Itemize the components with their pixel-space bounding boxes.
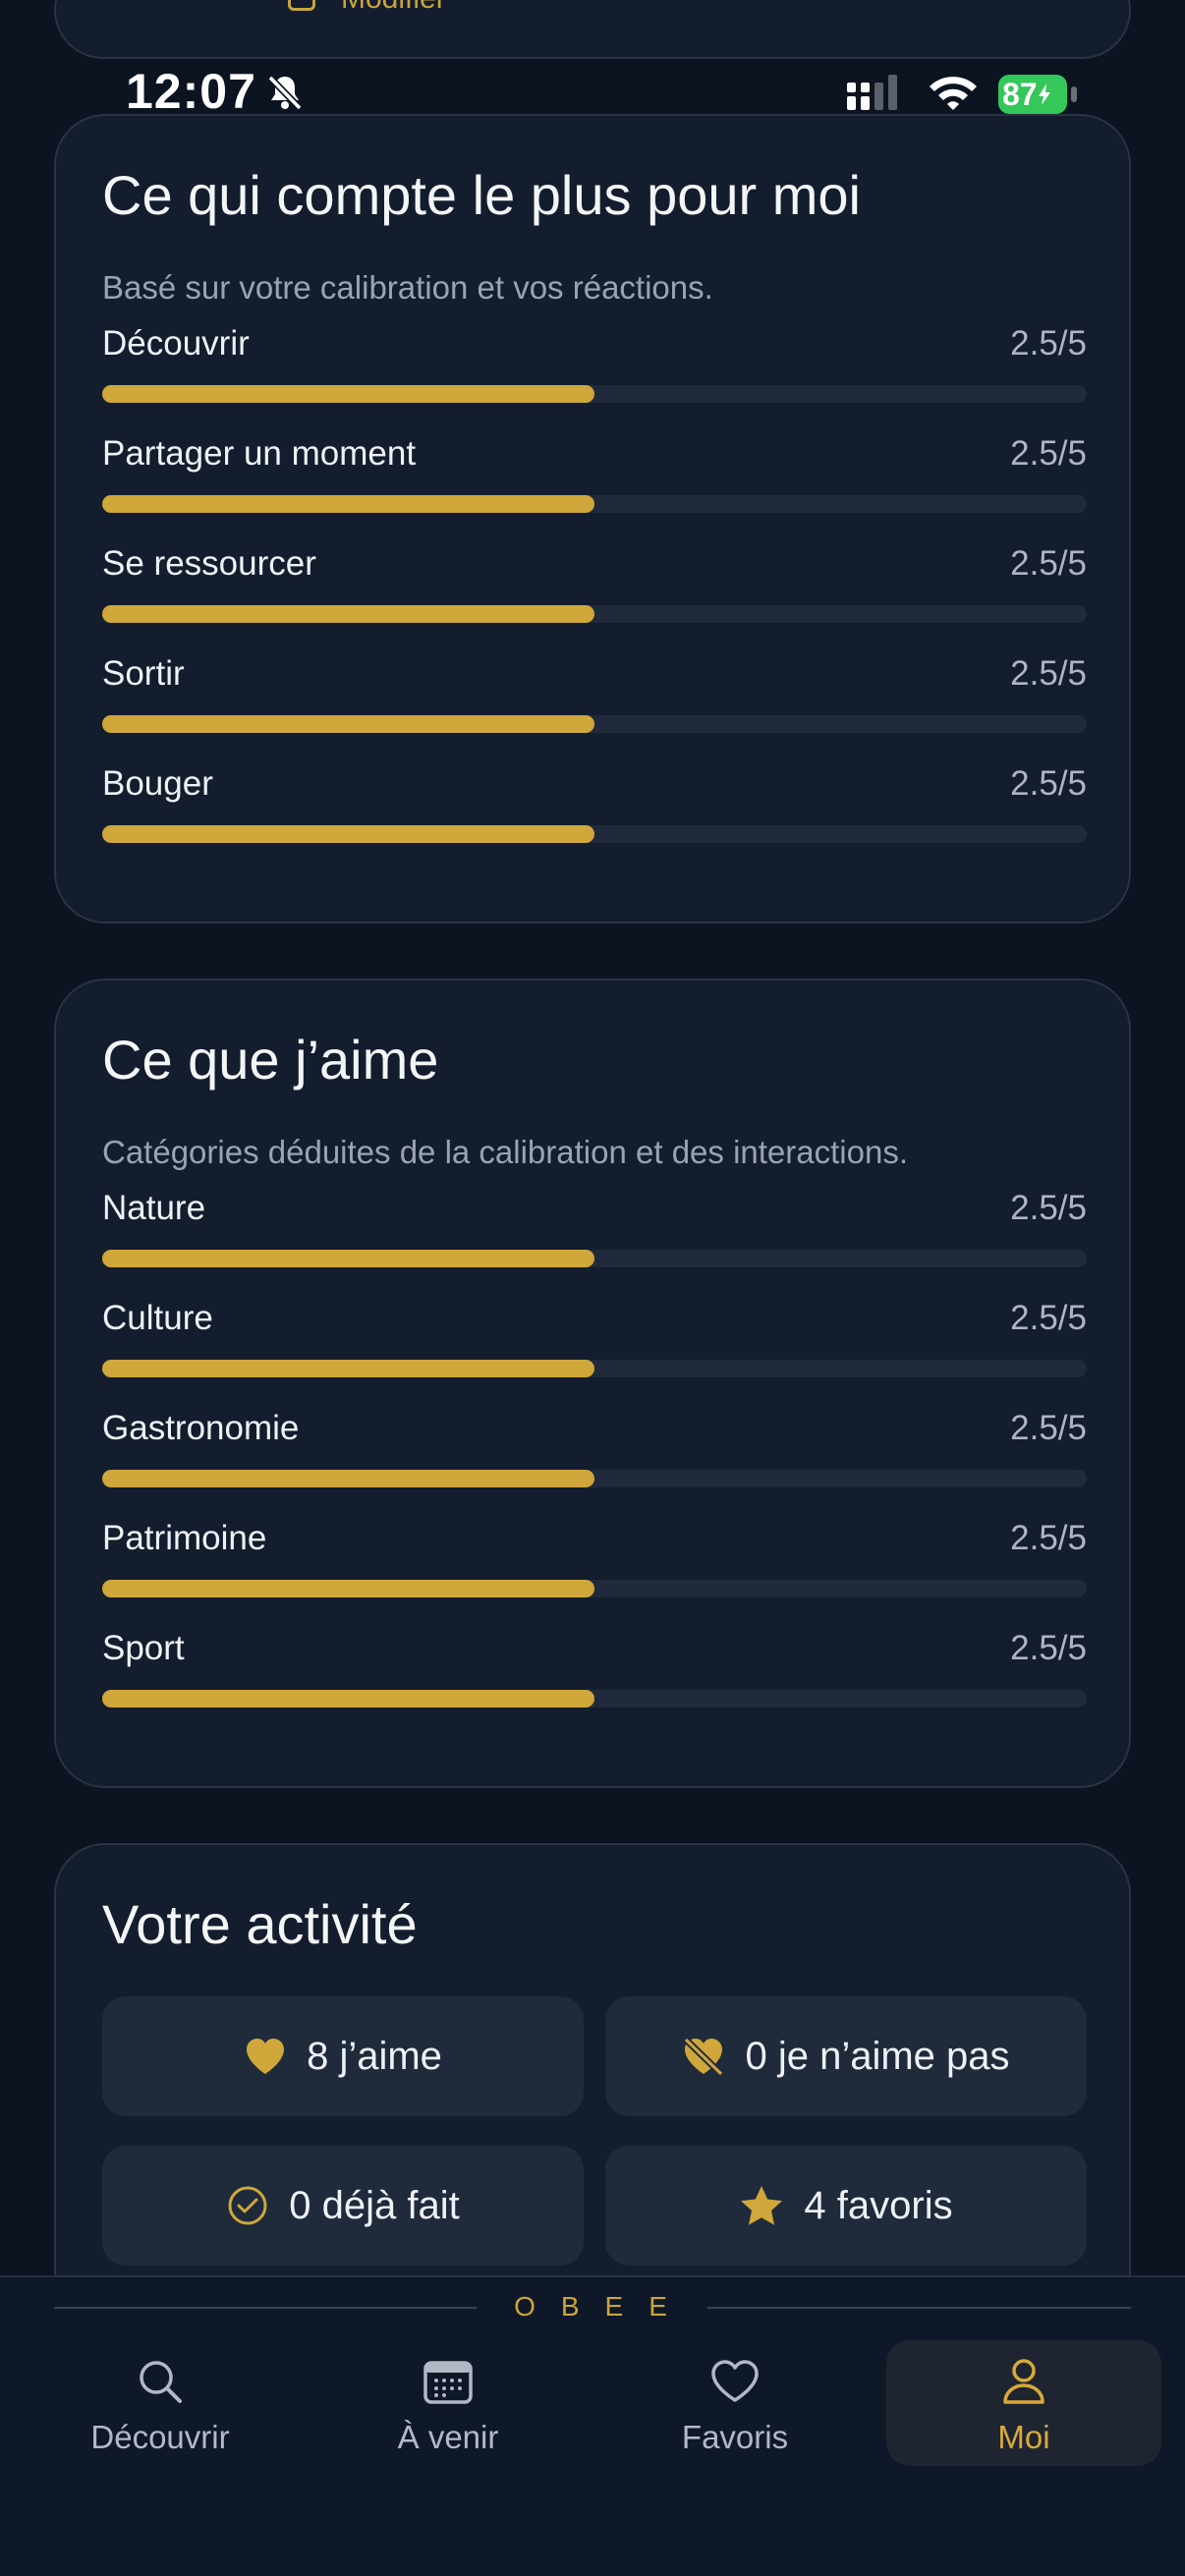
score-row: Découvrir 2.5/5 — [102, 324, 1087, 403]
tab-moi[interactable]: Moi — [886, 2340, 1161, 2466]
score-value: 2.5/5 — [1010, 654, 1087, 693]
done-stat-label: 0 déjà fait — [289, 2183, 460, 2227]
done-stat-button[interactable]: 0 déjà fait — [102, 2146, 584, 2266]
favorites-stat-label: 4 favoris — [804, 2183, 953, 2227]
likes-stat-button[interactable]: 8 j’aime — [102, 1996, 584, 2116]
activity-title: Votre activité — [102, 1893, 418, 1955]
tab-label: À venir — [397, 2419, 499, 2455]
tab-favoris[interactable]: Favoris — [597, 2340, 873, 2466]
status-bar: 12:07 87 — [0, 59, 1185, 128]
score-row: Sport 2.5/5 — [102, 1629, 1087, 1708]
edit-label: Modifier — [341, 0, 446, 16]
score-bar-track — [102, 605, 1087, 623]
score-label: Sport — [102, 1629, 185, 1667]
score-row: Nature 2.5/5 — [102, 1189, 1087, 1267]
heart-icon — [709, 2356, 761, 2407]
score-row: Sortir 2.5/5 — [102, 654, 1087, 733]
search-icon — [136, 2356, 185, 2407]
score-bar-track — [102, 1690, 1087, 1708]
score-value: 2.5/5 — [1010, 544, 1087, 583]
score-bar-fill — [102, 825, 594, 843]
score-value: 2.5/5 — [1010, 764, 1087, 803]
score-row: Partager un moment 2.5/5 — [102, 434, 1087, 513]
score-row: Bouger 2.5/5 — [102, 764, 1087, 843]
score-value: 2.5/5 — [1010, 1629, 1087, 1667]
score-label: Sortir — [102, 654, 185, 693]
score-value: 2.5/5 — [1010, 1189, 1087, 1227]
score-bar-fill — [102, 715, 594, 733]
brand-wordmark: OBEE — [514, 2291, 693, 2322]
score-label: Bouger — [102, 764, 213, 803]
score-label: Partager un moment — [102, 434, 417, 473]
score-label: Gastronomie — [102, 1409, 300, 1447]
user-icon — [1001, 2356, 1046, 2407]
edit-icon — [288, 0, 315, 11]
star-icon — [741, 2186, 783, 2225]
previous-card: Modifier — [54, 0, 1131, 59]
tab-label: Favoris — [681, 2419, 789, 2455]
score-bar-fill — [102, 1580, 594, 1597]
profile-screen: Modifier 12:07 — [0, 0, 1185, 2576]
score-value: 2.5/5 — [1010, 1519, 1087, 1557]
dislikes-stat-button[interactable]: 0 je n’aime pas — [605, 1996, 1087, 2116]
score-row: Culture 2.5/5 — [102, 1299, 1087, 1377]
bell-off-icon — [265, 73, 305, 117]
score-label: Nature — [102, 1189, 206, 1227]
score-row: Se ressourcer 2.5/5 — [102, 544, 1087, 623]
score-value: 2.5/5 — [1010, 1299, 1087, 1337]
score-bar-track — [102, 1470, 1087, 1487]
heart-slash-icon — [684, 2037, 724, 2076]
calendar-icon — [423, 2356, 473, 2407]
score-label: Découvrir — [102, 324, 250, 363]
score-row: Gastronomie 2.5/5 — [102, 1409, 1087, 1487]
heart-filled-icon — [247, 2039, 285, 2074]
tab-label: Découvrir — [90, 2419, 230, 2455]
score-bar-track — [102, 1250, 1087, 1267]
tab-a-venir[interactable]: À venir — [310, 2340, 586, 2466]
check-circle-icon — [228, 2186, 267, 2225]
bottom-navigation: OBEE Découvrir À venir Favoris Moi — [0, 2275, 1185, 2576]
priorities-subtitle: Basé sur votre calibration et vos réacti… — [102, 269, 713, 306]
score-bar-track — [102, 495, 1087, 513]
likes-stat-label: 8 j’aime — [307, 2034, 442, 2078]
charging-icon — [1038, 84, 1050, 105]
score-bar-track — [102, 1580, 1087, 1597]
score-bar-track — [102, 825, 1087, 843]
score-bar-fill — [102, 1690, 594, 1708]
priorities-title: Ce qui compte le plus pour moi — [102, 164, 861, 226]
likes-title: Ce que j’aime — [102, 1029, 439, 1091]
likes-card: Ce que j’aime Catégories déduites de la … — [54, 979, 1131, 1788]
favorites-stat-button[interactable]: 4 favoris — [605, 2146, 1087, 2266]
tab-decouvrir[interactable]: Découvrir — [23, 2340, 298, 2466]
score-bar-track — [102, 715, 1087, 733]
battery-indicator: 87 — [998, 75, 1077, 114]
score-bar-fill — [102, 385, 594, 403]
status-time: 12:07 — [126, 64, 256, 119]
priorities-card: Ce qui compte le plus pour moi Basé sur … — [54, 114, 1131, 924]
wifi-icon — [928, 73, 979, 117]
score-row: Patrimoine 2.5/5 — [102, 1519, 1087, 1597]
score-bar-fill — [102, 495, 594, 513]
score-bar-fill — [102, 605, 594, 623]
score-label: Patrimoine — [102, 1519, 267, 1557]
score-label: Culture — [102, 1299, 213, 1337]
cellular-signal-icon — [847, 75, 906, 115]
score-bar-fill — [102, 1470, 594, 1487]
likes-subtitle: Catégories déduites de la calibration et… — [102, 1134, 908, 1170]
score-value: 2.5/5 — [1010, 324, 1087, 363]
score-bar-track — [102, 385, 1087, 403]
score-bar-fill — [102, 1250, 594, 1267]
score-label: Se ressourcer — [102, 544, 316, 583]
edit-button[interactable]: Modifier — [288, 0, 446, 16]
score-value: 2.5/5 — [1010, 1409, 1087, 1447]
score-value: 2.5/5 — [1010, 434, 1087, 473]
battery-level: 87 — [1002, 76, 1038, 112]
dislikes-stat-label: 0 je n’aime pas — [745, 2034, 1010, 2078]
score-bar-fill — [102, 1360, 594, 1377]
score-bar-track — [102, 1360, 1087, 1377]
tab-label: Moi — [997, 2419, 1050, 2455]
